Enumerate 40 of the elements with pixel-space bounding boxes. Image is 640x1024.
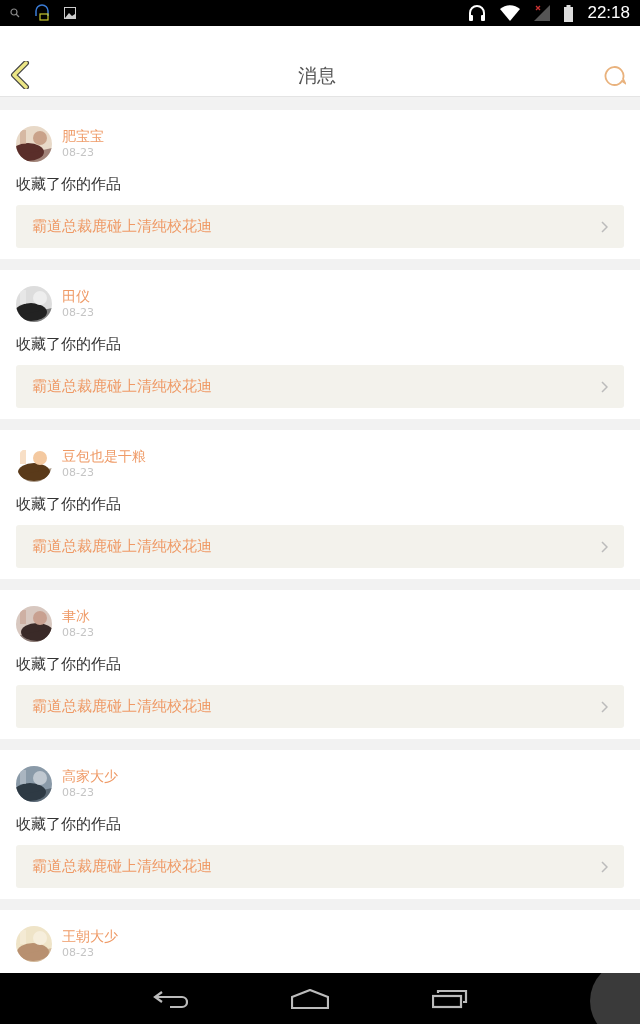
message-date: 08-23 (62, 945, 95, 961)
headphones-icon (468, 4, 487, 22)
message-date: 08-23 (62, 465, 95, 481)
headset-notification-icon (34, 4, 50, 22)
work-link[interactable]: 霸道总裁鹿碰上清纯校花迪 (16, 205, 624, 248)
user-name[interactable]: 聿冰 (62, 607, 94, 625)
home-icon[interactable] (291, 988, 329, 1009)
back-icon[interactable] (10, 61, 30, 89)
work-link[interactable]: 霸道总裁鹿碰上清纯校花迪 (16, 525, 624, 568)
work-link[interactable]: 霸道总裁鹿碰上清纯校花迪 (16, 685, 624, 728)
message-text: 收藏了你的作品 (16, 654, 122, 674)
image-icon (64, 7, 76, 19)
signal-icon (534, 5, 551, 21)
battery-icon (564, 4, 574, 22)
user-name[interactable]: 肥宝宝 (62, 127, 104, 145)
chevron-right-icon (601, 540, 608, 553)
user-name[interactable]: 王朝大少 (62, 927, 118, 945)
chevron-right-icon (601, 220, 608, 233)
recent-apps-icon[interactable] (432, 988, 469, 1009)
chevron-right-icon (601, 700, 608, 713)
work-link[interactable]: 霸道总裁鹿碰上清纯校花迪 (16, 365, 624, 408)
chevron-right-icon (601, 860, 608, 873)
message-date: 08-23 (62, 305, 94, 321)
message-date: 08-23 (62, 785, 95, 801)
message-date: 08-23 (62, 145, 95, 161)
wifi-icon (500, 5, 521, 21)
search-icon (10, 8, 20, 18)
clock-time: 22:18 (587, 3, 630, 23)
message-text: 收藏了你的作品 (16, 494, 122, 514)
user-name[interactable]: 田仪 (62, 287, 94, 305)
work-link[interactable]: 霸道总裁鹿碰上清纯校花迪 (16, 845, 624, 888)
page-title: 消息 (298, 62, 336, 85)
message-date: 08-23 (62, 625, 94, 641)
user-name[interactable]: 高家大少 (62, 767, 118, 785)
message-text: 收藏了你的作品 (16, 174, 122, 194)
chevron-right-icon (601, 380, 608, 393)
message-text: 收藏了你的作品 (16, 814, 122, 834)
message-text: 收藏了你的作品 (16, 334, 122, 354)
back-icon[interactable] (151, 988, 188, 1009)
user-name[interactable]: 豆包也是干粮 (62, 447, 146, 465)
